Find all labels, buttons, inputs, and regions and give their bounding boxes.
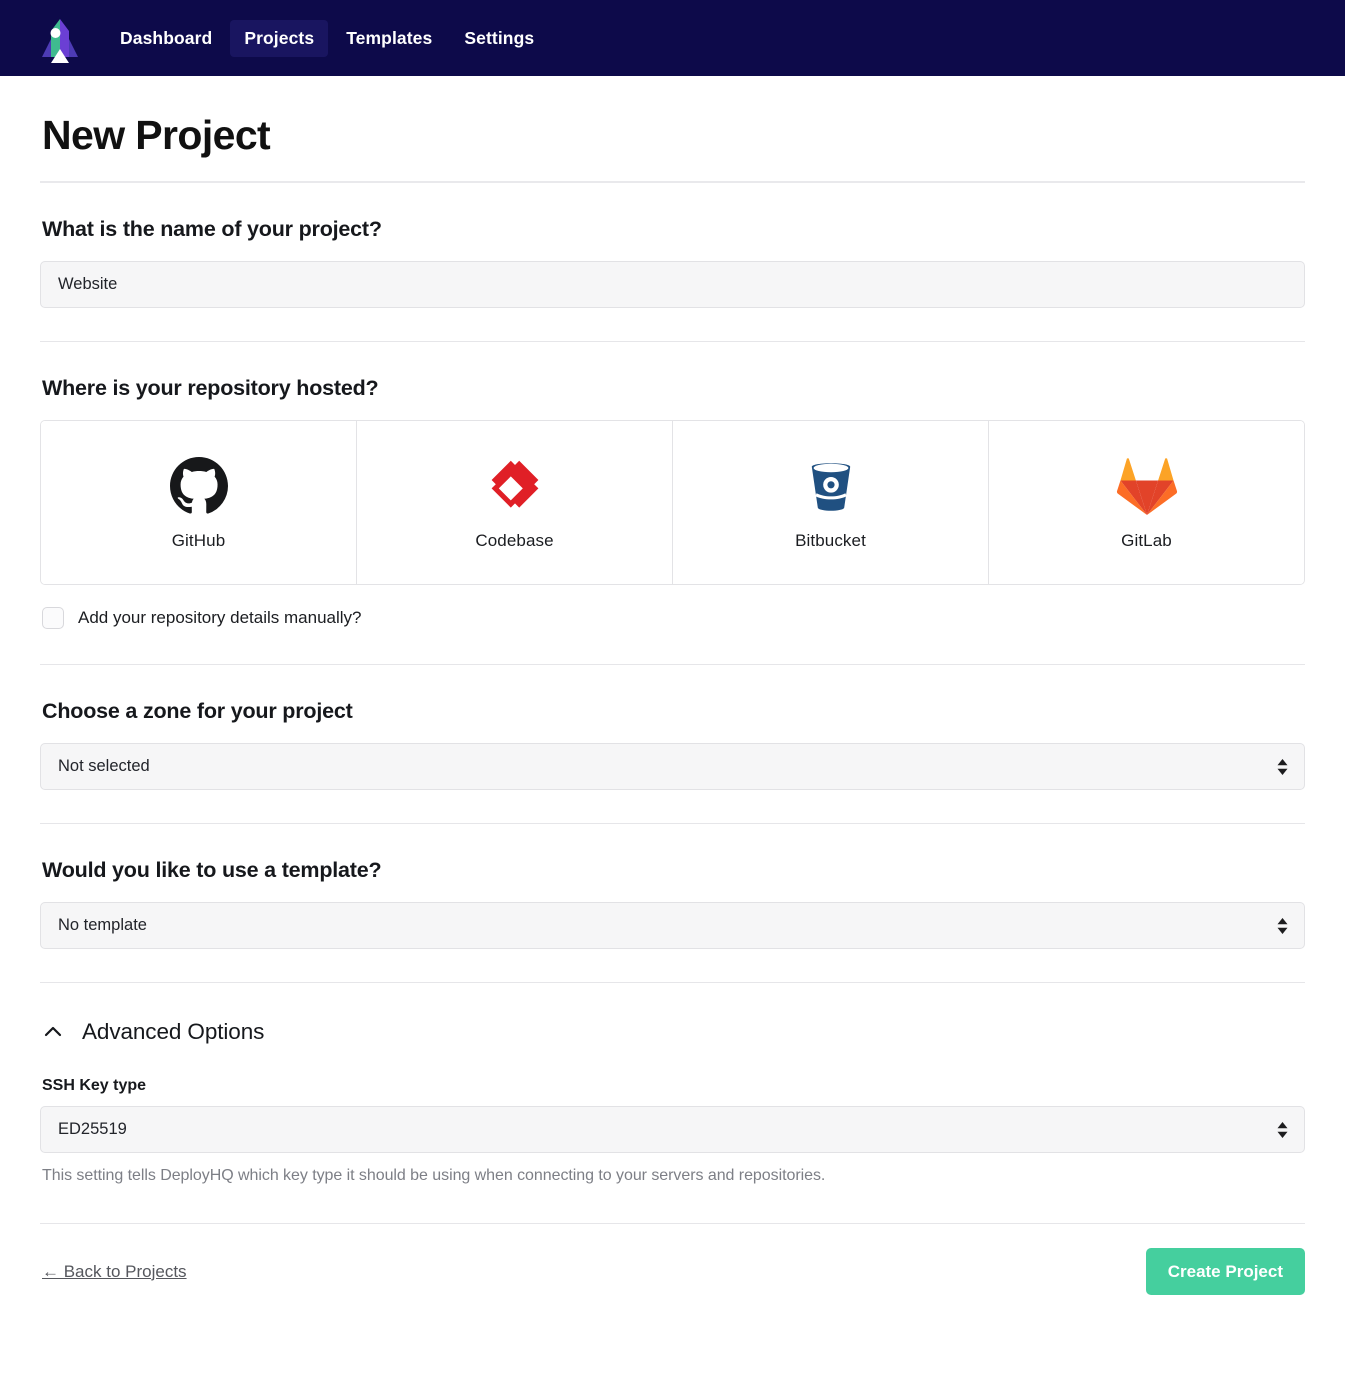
nav-link-templates[interactable]: Templates <box>332 20 446 57</box>
template-divider <box>40 982 1305 983</box>
template-label: Would you like to use a template? <box>42 858 382 882</box>
zone-label: Choose a zone for your project <box>42 699 353 723</box>
template-select[interactable]: No template <box>40 902 1305 949</box>
codebase-icon <box>485 455 545 517</box>
provider-name-codebase: Codebase <box>475 530 554 550</box>
project-name-section: What is the name of your project? <box>40 183 1305 341</box>
ssh-key-type-select-wrapper: ED25519 <box>40 1106 1305 1153</box>
provider-card-bitbucket[interactable]: Bitbucket <box>673 421 989 584</box>
project-name-input[interactable] <box>40 261 1305 308</box>
repository-host-label: Where is your repository hosted? <box>42 376 379 400</box>
ssh-key-type-label: SSH Key type <box>42 1077 147 1094</box>
zone-select[interactable]: Not selected <box>40 743 1305 790</box>
form-footer: ← Back to Projects Create Project <box>40 1224 1305 1335</box>
create-project-button[interactable]: Create Project <box>1145 1248 1305 1295</box>
rocket-logo-icon[interactable] <box>38 13 82 63</box>
template-select-wrapper: No template <box>40 902 1305 949</box>
top-navigation-bar: Dashboard Projects Templates Settings <box>0 0 1345 76</box>
ssh-key-type-select[interactable]: ED25519 <box>40 1106 1305 1153</box>
bitbucket-icon <box>801 455 861 517</box>
zone-select-wrapper: Not selected <box>40 743 1305 790</box>
provider-name-github: GitHub <box>171 530 226 550</box>
manual-repository-checkbox-row[interactable]: Add your repository details manually? <box>42 607 1305 629</box>
project-name-label: What is the name of your project? <box>42 217 382 241</box>
nav-link-dashboard[interactable]: Dashboard <box>106 20 226 57</box>
provider-card-codebase[interactable]: Codebase <box>357 421 673 584</box>
gitlab-icon <box>1116 455 1178 517</box>
primary-nav-links: Dashboard Projects Templates Settings <box>106 19 548 57</box>
advanced-options-title: Advanced Options <box>82 1019 265 1044</box>
github-icon <box>169 455 228 517</box>
provider-card-github[interactable]: GitHub <box>41 421 357 584</box>
page-title: New Project <box>42 112 271 158</box>
nav-link-settings[interactable]: Settings <box>450 20 548 57</box>
advanced-options-section: Advanced Options SSH Key type ED25519 Th… <box>40 1019 1305 1185</box>
manual-repository-checkbox-label[interactable]: Add your repository details manually? <box>78 608 361 628</box>
page-container: New Project What is the name of your pro… <box>0 112 1345 1335</box>
advanced-options-toggle[interactable]: Advanced Options <box>42 1019 1305 1045</box>
provider-card-gitlab[interactable]: GitLab <box>989 421 1304 584</box>
chevron-up-icon <box>42 1021 64 1043</box>
provider-name-gitlab: GitLab <box>1121 530 1172 550</box>
template-section: Would you like to use a template? No tem… <box>40 824 1305 982</box>
zone-section: Choose a zone for your project Not selec… <box>40 665 1305 823</box>
manual-repository-checkbox[interactable] <box>42 607 64 629</box>
provider-name-bitbucket: Bitbucket <box>795 530 866 550</box>
ssh-key-type-help-text: This setting tells DeployHQ which key ty… <box>42 1167 826 1184</box>
back-to-projects-link[interactable]: ← Back to Projects <box>42 1262 187 1282</box>
nav-link-projects[interactable]: Projects <box>230 19 329 57</box>
repository-host-section: Where is your repository hosted? GitHub … <box>40 342 1305 629</box>
repository-provider-list: GitHub Codebase Bitbucket GitLab <box>40 420 1305 585</box>
